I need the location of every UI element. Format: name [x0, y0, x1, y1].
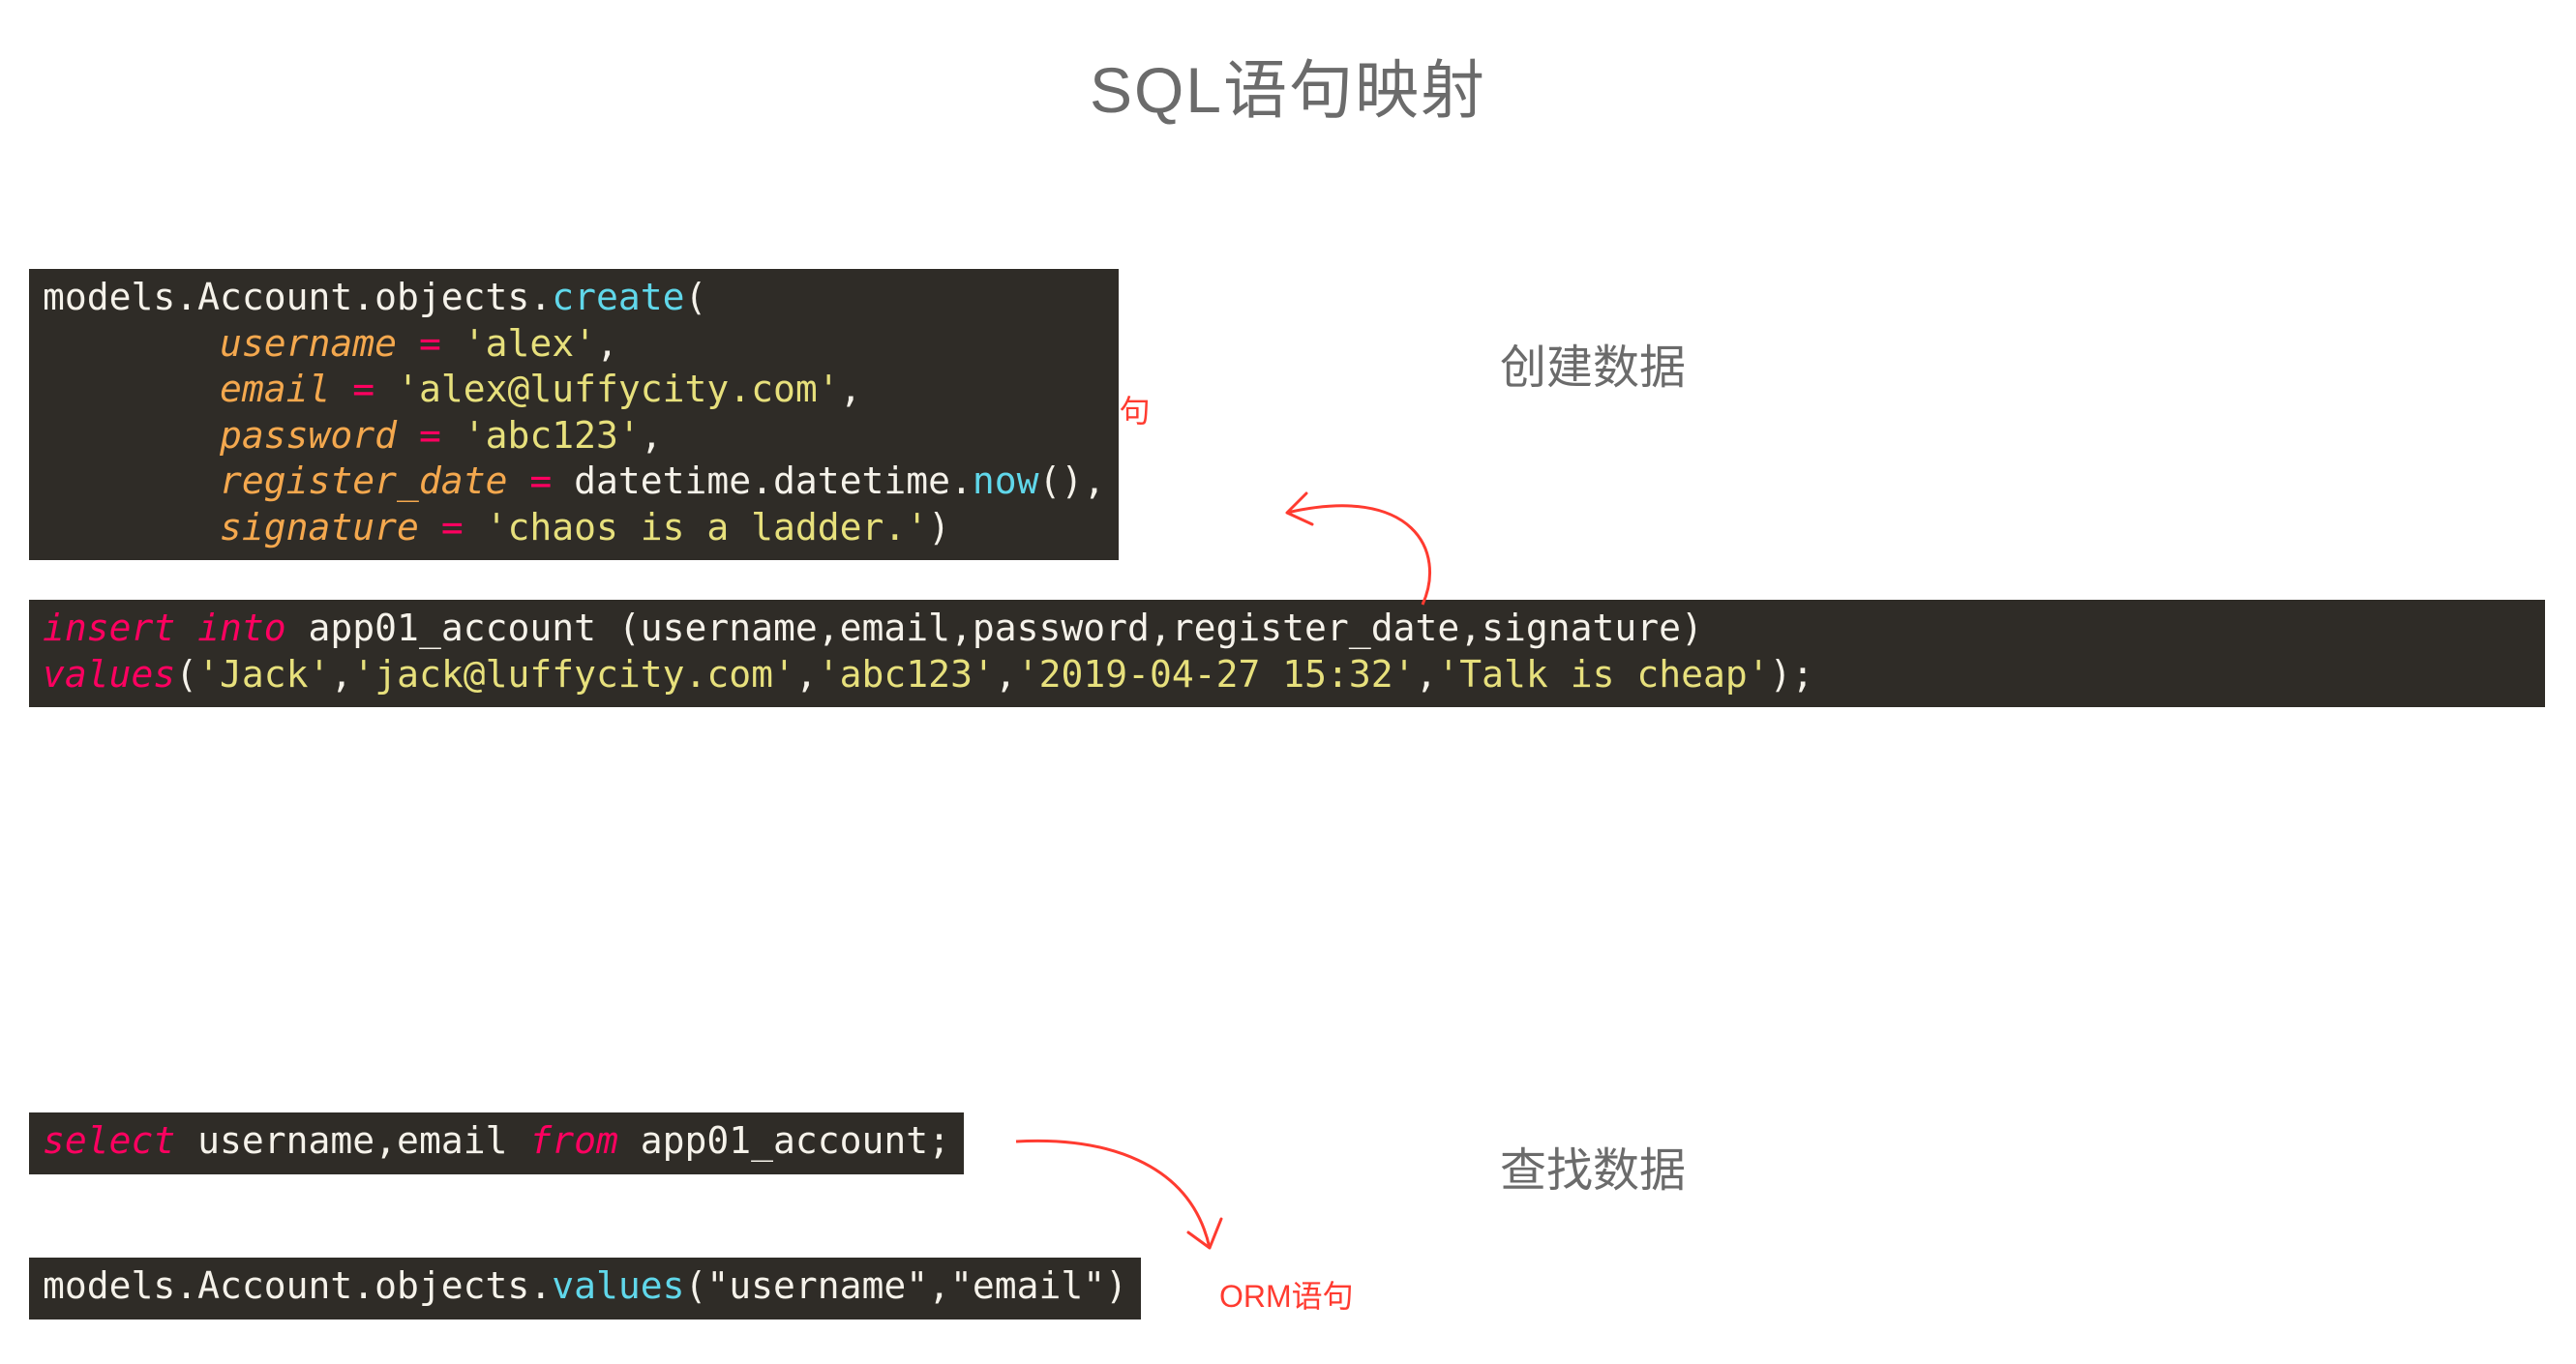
code-orm-create: models.Account.objects.create( username …: [29, 269, 1119, 560]
section-label-query: 查找数据: [1500, 1132, 1686, 1200]
code-sql-insert: insert into app01_account (username,emai…: [29, 600, 2545, 707]
arrow-icon: [997, 1122, 1248, 1277]
code-sql-select: select username,email from app01_account…: [29, 1112, 964, 1174]
code-orm-values: models.Account.objects.values("username"…: [29, 1258, 1141, 1320]
orm-label-2: ORM语句: [1219, 1272, 1354, 1317]
page-title: SQL语句映射: [0, 0, 2576, 132]
section-label-create: 创建数据: [1500, 329, 1686, 397]
